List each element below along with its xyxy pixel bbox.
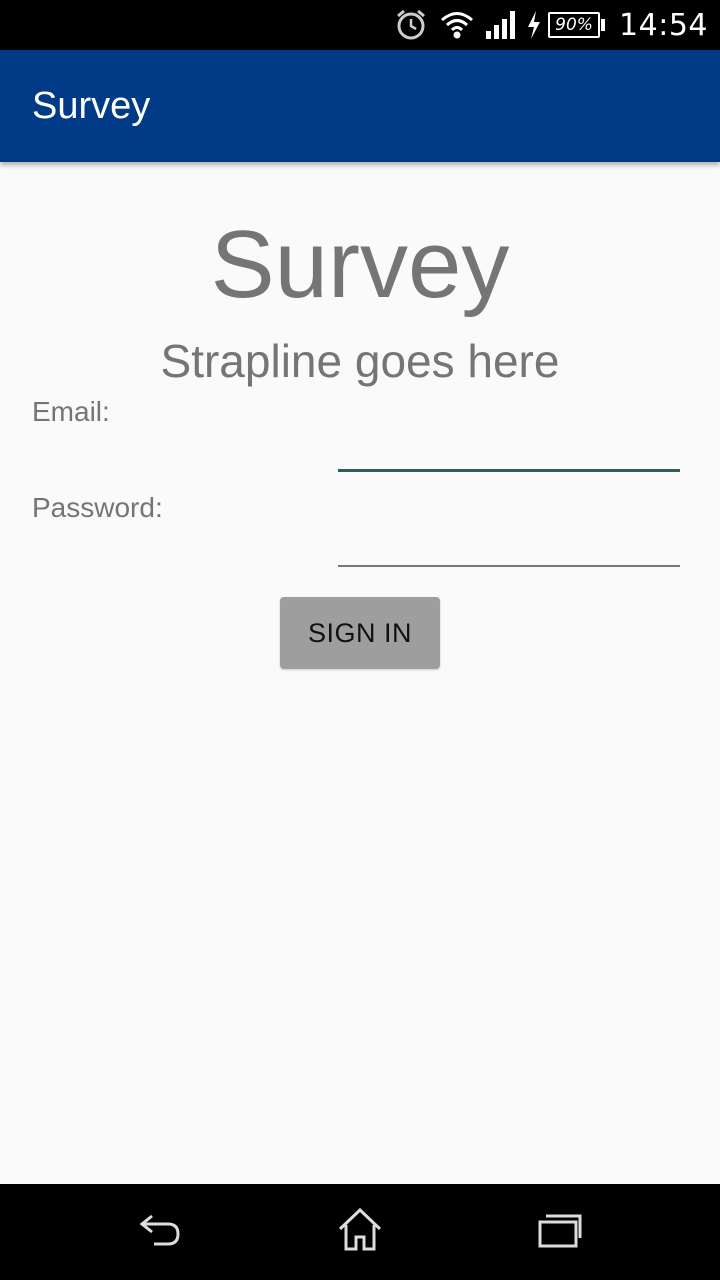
back-button[interactable] bbox=[130, 1204, 190, 1260]
email-label: Email: bbox=[32, 396, 110, 427]
strapline: Strapline goes here bbox=[160, 335, 560, 387]
battery-percent: 90% bbox=[548, 12, 601, 38]
battery-tip bbox=[601, 19, 606, 31]
sign-in-button[interactable]: SIGN IN bbox=[280, 597, 440, 669]
page-title: Survey bbox=[210, 211, 510, 318]
battery-icon: 90% bbox=[548, 12, 606, 38]
signal-icon bbox=[486, 11, 518, 39]
nav-bar bbox=[0, 1184, 720, 1280]
screen: 90% 14:54 Survey Survey Strapline goes h… bbox=[0, 0, 720, 1280]
home-icon bbox=[336, 1207, 384, 1257]
app-bar-title: Survey bbox=[32, 84, 151, 127]
alarm-icon bbox=[394, 8, 428, 42]
email-field[interactable] bbox=[338, 422, 680, 472]
recents-button[interactable] bbox=[530, 1204, 590, 1260]
charging-icon bbox=[526, 11, 542, 39]
status-bar: 90% 14:54 bbox=[0, 0, 720, 50]
app-bar: Survey bbox=[0, 50, 720, 162]
wifi-icon bbox=[440, 10, 474, 40]
recents-icon bbox=[536, 1212, 584, 1252]
back-icon bbox=[136, 1210, 184, 1254]
password-field[interactable] bbox=[338, 517, 680, 567]
status-time: 14:54 bbox=[619, 7, 708, 43]
home-button[interactable] bbox=[330, 1204, 390, 1260]
password-label: Password: bbox=[32, 492, 163, 523]
